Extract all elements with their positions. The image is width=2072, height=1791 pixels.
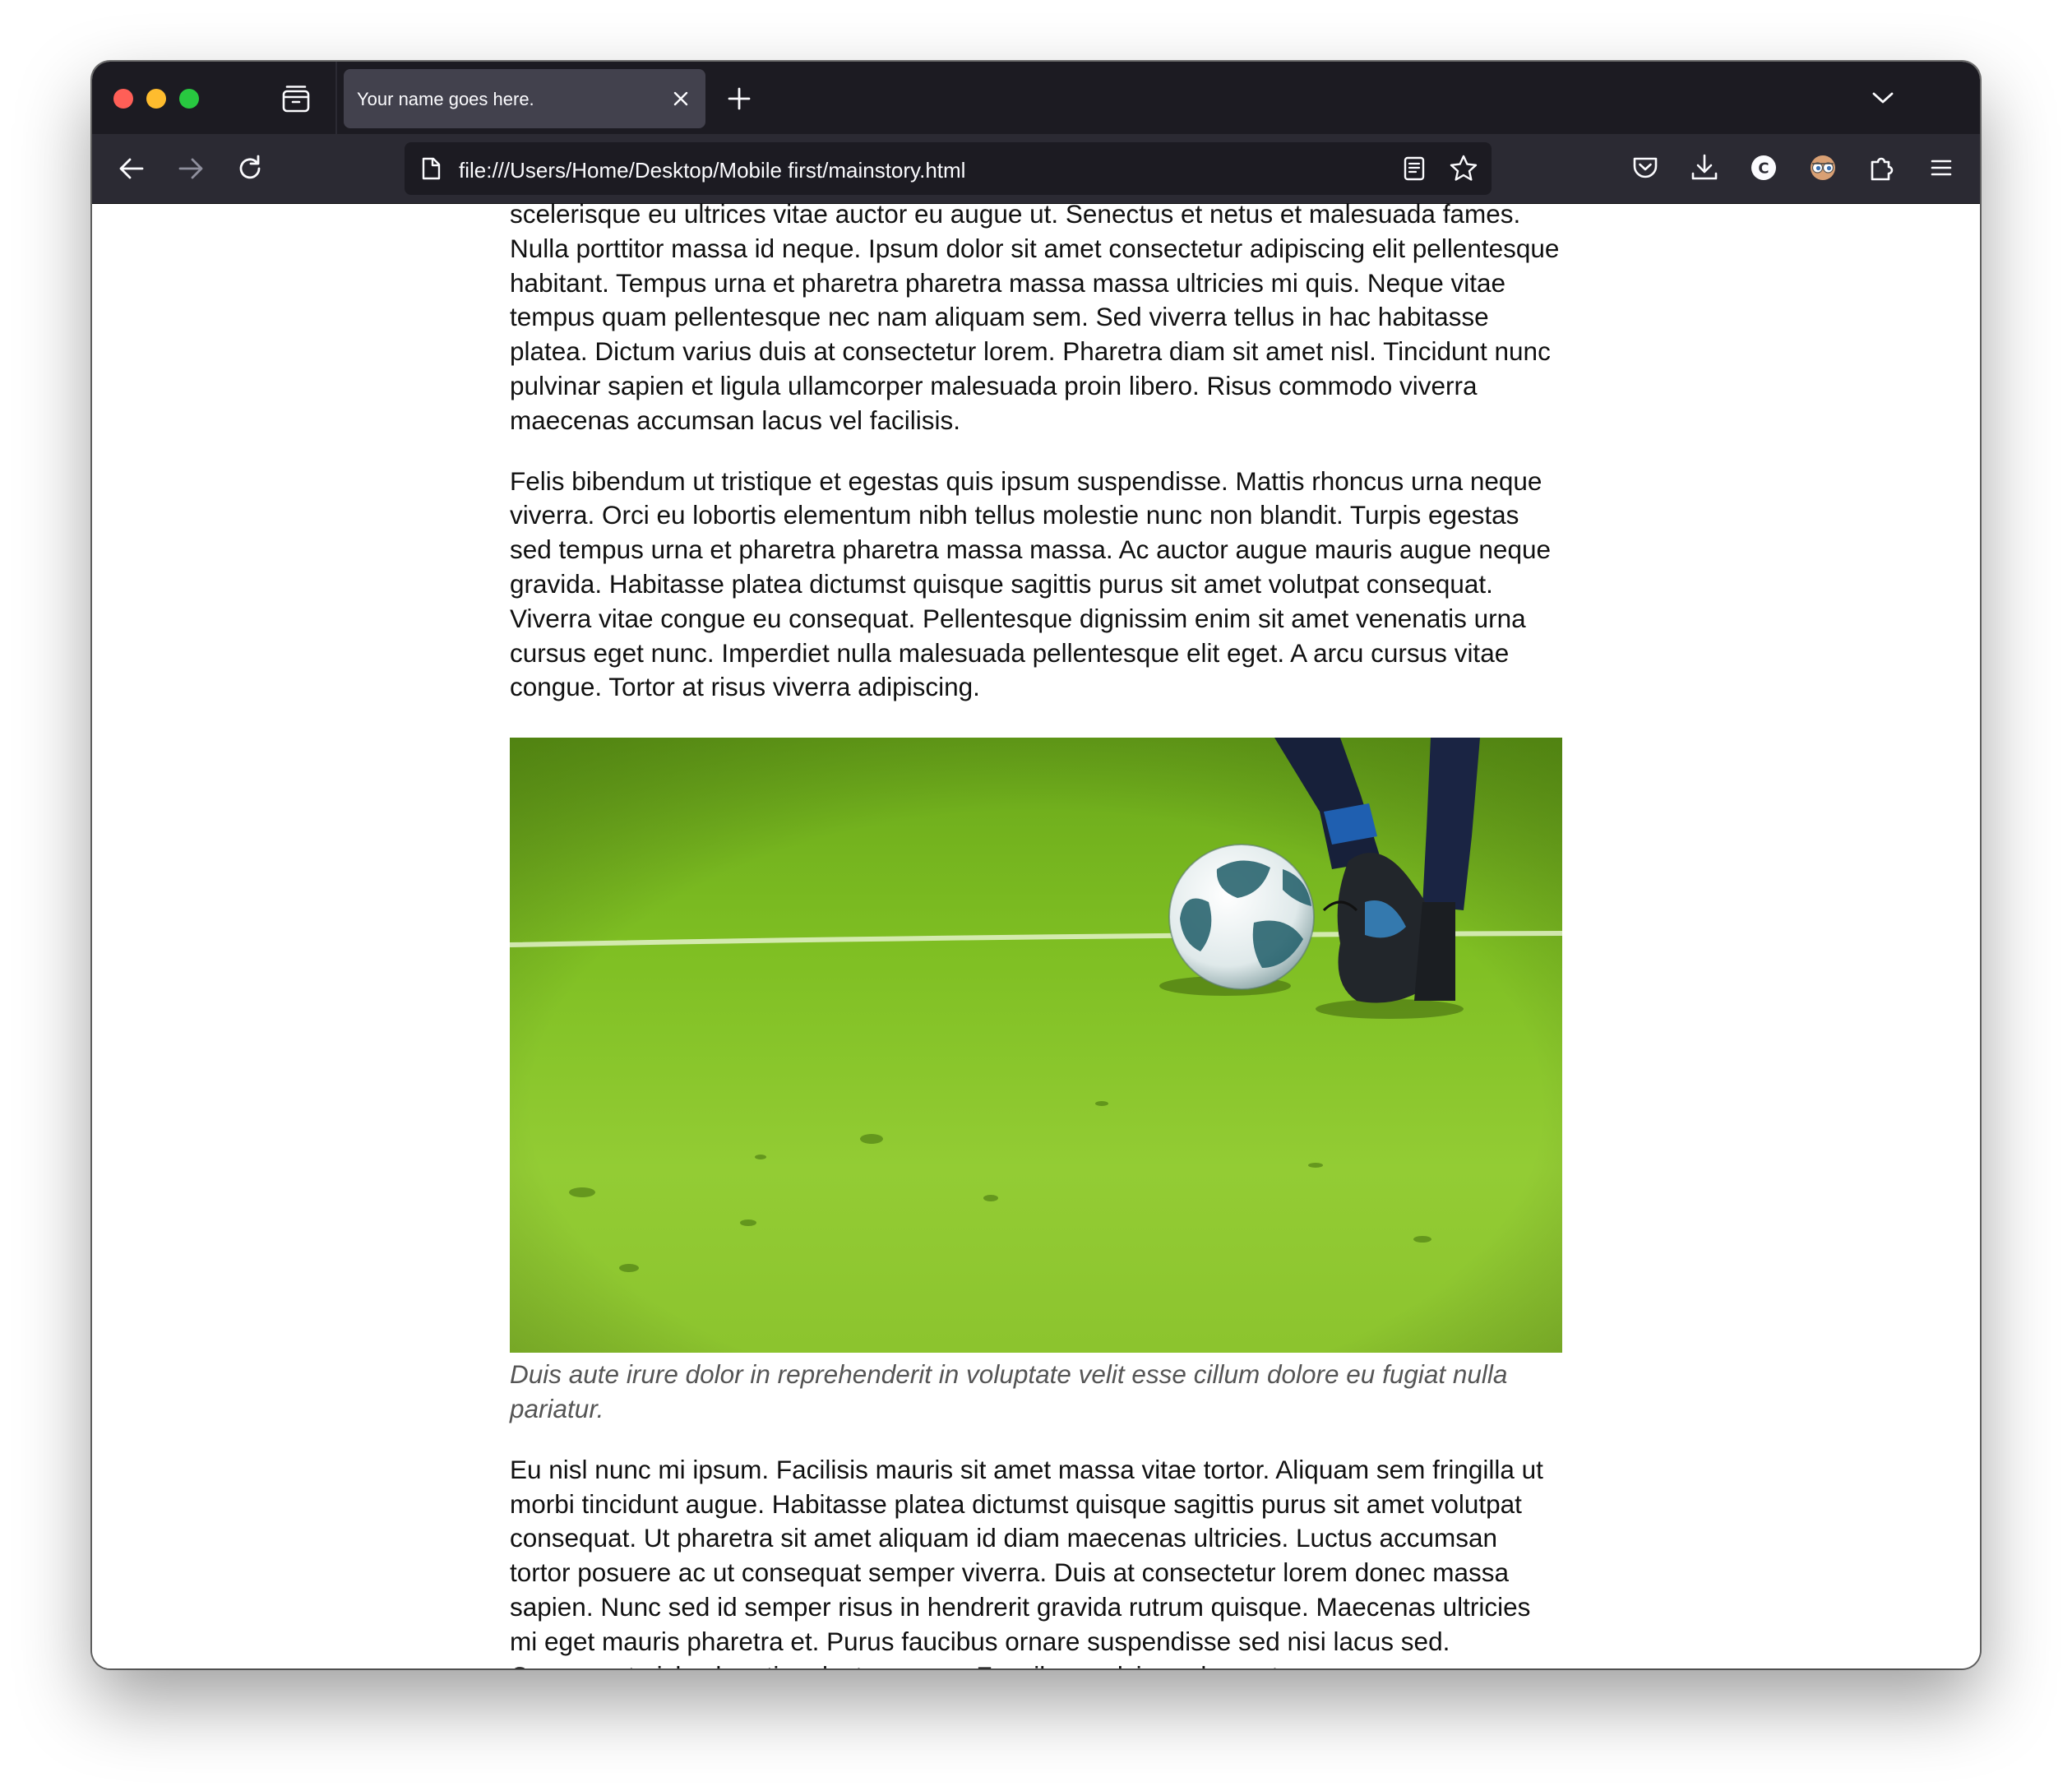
- article-paragraph: Eu nisl nunc mi ipsum. Facilisis mauris …: [510, 1454, 1543, 1668]
- eyes-extension-icon[interactable]: [1807, 152, 1838, 183]
- image-caption: Duis aute irure dolor in reprehenderit i…: [510, 1359, 1508, 1423]
- url-text[interactable]: file:///Users/Home/Desktop/Mobile first/…: [459, 158, 965, 183]
- soccer-photo: [510, 738, 1562, 1354]
- plus-icon[interactable]: [725, 85, 753, 113]
- zoom-window-button[interactable]: [179, 89, 199, 109]
- download-icon[interactable]: [1689, 152, 1720, 183]
- navigation-toolbar: file:///Users/Home/Desktop/Mobile first/…: [92, 134, 1980, 204]
- page-icon: [422, 157, 441, 180]
- minimize-window-button[interactable]: [146, 89, 166, 109]
- close-window-button[interactable]: [113, 89, 133, 109]
- close-icon[interactable]: [671, 89, 691, 109]
- reload-icon[interactable]: [235, 154, 265, 183]
- back-arrow-icon[interactable]: [117, 154, 146, 183]
- chevron-down-icon[interactable]: [1871, 88, 1894, 108]
- tab-strip: Your name goes here.: [92, 62, 1980, 134]
- hamburger-menu-icon[interactable]: [1926, 152, 1957, 183]
- article: scelerisque eu ultrices vitae auctor eu …: [510, 204, 1562, 1668]
- page-viewport[interactable]: scelerisque eu ultrices vitae auctor eu …: [92, 204, 1980, 1668]
- browser-window: Your name goes here. file:///Users/Home/…: [92, 62, 1980, 1668]
- article-paragraph: Felis bibendum ut tristique et egestas q…: [510, 465, 1551, 702]
- forward-arrow-icon[interactable]: [176, 154, 206, 183]
- tabs-overview-icon[interactable]: [281, 85, 311, 113]
- tab-active[interactable]: Your name goes here.: [344, 69, 705, 128]
- reader-view-icon[interactable]: [1401, 155, 1427, 182]
- article-paragraph: scelerisque eu ultrices vitae auctor eu …: [510, 204, 1560, 435]
- tab-title: Your name goes here.: [357, 89, 534, 109]
- strip-divider: [335, 62, 337, 134]
- pocket-icon[interactable]: [1630, 152, 1661, 183]
- star-icon[interactable]: [1449, 154, 1478, 183]
- c-extension-icon[interactable]: C: [1748, 152, 1779, 183]
- puzzle-icon[interactable]: [1866, 152, 1898, 183]
- url-bar[interactable]: file:///Users/Home/Desktop/Mobile first/…: [405, 142, 1492, 195]
- svg-text:C: C: [1758, 160, 1769, 178]
